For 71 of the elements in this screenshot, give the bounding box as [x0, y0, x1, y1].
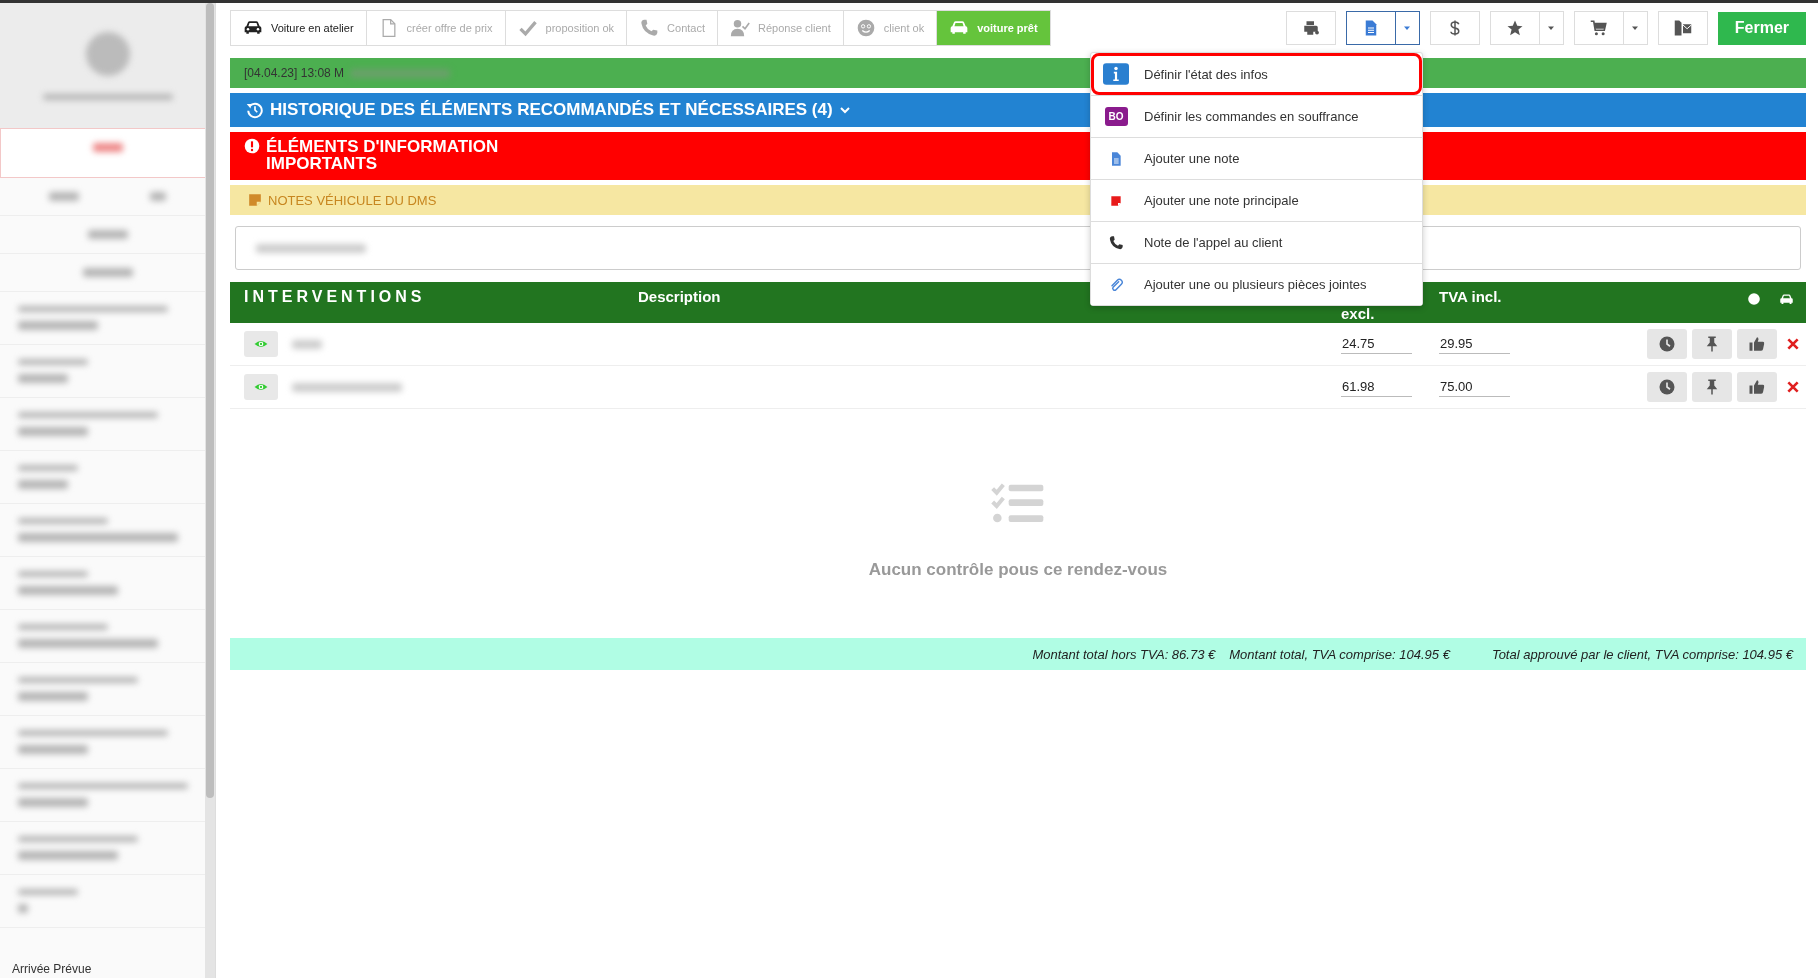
time-button[interactable]: [1647, 372, 1687, 402]
empty-state-message: Aucun contrôle pous ce rendez-vous: [868, 560, 1168, 580]
price-field[interactable]: 61.98: [1341, 377, 1412, 397]
blurred-text: [18, 745, 88, 754]
menu-item[interactable]: BO Définir les commandes en souffrance: [1091, 95, 1422, 137]
thumbs-up-icon: [1748, 335, 1766, 353]
blurred-text: [18, 374, 68, 383]
blurred-text: [18, 359, 88, 365]
menu-item[interactable]: Note de l'appel au client: [1091, 221, 1422, 263]
file-mail-icon: [1673, 19, 1692, 37]
bo-badge: BO: [1104, 107, 1128, 126]
menu-item[interactable]: Ajouter une note principale: [1091, 179, 1422, 221]
blurred-text: [18, 692, 88, 701]
clock-icon: [1658, 378, 1676, 396]
approve-button[interactable]: [1737, 372, 1777, 402]
field-label: Arrivée Prévue: [11, 962, 93, 978]
user-check-icon: [730, 18, 750, 38]
close-icon: [1786, 380, 1800, 394]
blurred-text: [18, 465, 78, 471]
thumbs-up-icon: [1748, 378, 1766, 396]
blurred-text: [18, 427, 88, 436]
checkmark-icon: [517, 18, 538, 38]
phone-icon: [1108, 234, 1124, 251]
blurred-text: [18, 889, 78, 895]
section-title: HISTORIQUE DES ÉLÉMENTS RECOMMANDÉS ET NÉCESSAIRES (4): [270, 100, 833, 120]
avatar: [85, 31, 130, 76]
total-text: Total approuvé par le client, TVA comprise: 104.95 €: [1491, 646, 1793, 662]
column-header: TVA incl.: [1439, 287, 1502, 305]
time-button[interactable]: [1647, 329, 1687, 359]
blurred-text: [292, 339, 322, 349]
blurred-text: [18, 798, 88, 807]
phone-icon: [639, 18, 660, 38]
blurred-text: [82, 268, 133, 277]
column-header: excl.: [1341, 306, 1375, 321]
section-title: NOTES VÉHICULE DU DMS: [268, 192, 437, 208]
blurred-text: [87, 230, 128, 239]
blurred-text: [49, 192, 79, 201]
total-text: Montant total hors TVA: 86.73 €: [1032, 646, 1216, 662]
column-header: Description: [638, 287, 721, 305]
scrollbar[interactable]: [205, 3, 215, 978]
clock-icon: [1658, 335, 1676, 353]
chevron-down-icon: [838, 104, 851, 116]
car-icon: [1779, 292, 1794, 307]
approve-button[interactable]: [1737, 329, 1777, 359]
menu-item[interactable]: Ajouter une note: [1091, 137, 1422, 179]
pin-button[interactable]: [1692, 329, 1732, 359]
total-text: Montant total, TVA comprise: 104.95 €: [1229, 646, 1450, 662]
menu-item[interactable]: Ajouter une ou plusieurs pièces jointes: [1091, 263, 1422, 305]
column-header: INTERVENTIONS: [244, 287, 426, 306]
blurred-text: [18, 904, 28, 913]
blurred-text: [92, 143, 123, 152]
price-field[interactable]: 29.95: [1439, 334, 1510, 354]
paperclip-icon: [1108, 276, 1124, 293]
menu-item[interactable]: Définir l'état des infos: [1091, 53, 1422, 95]
blurred-text: [150, 192, 166, 201]
printer-icon: [1301, 19, 1320, 37]
blurred-text: [18, 571, 88, 577]
alert-icon: [244, 138, 260, 154]
sticky-note-icon: [248, 193, 262, 207]
section-title: ÉLÉMENTS D'INFORMATION IMPORTANTS: [266, 138, 499, 172]
close-icon: [1786, 337, 1800, 351]
pin-button[interactable]: [1692, 372, 1732, 402]
blurred-text: [18, 480, 68, 489]
info-icon: [1103, 61, 1129, 87]
price-field[interactable]: 24.75: [1341, 334, 1412, 354]
timestamp-text: [04.04.23] 13:08 M: [244, 66, 345, 80]
star-icon: [1505, 19, 1524, 37]
cart-icon: [1589, 19, 1608, 37]
history-icon: [246, 101, 264, 119]
workflow-step[interactable]: Voiture en atelier: [231, 11, 366, 45]
price-field[interactable]: 75.00: [1439, 377, 1510, 397]
